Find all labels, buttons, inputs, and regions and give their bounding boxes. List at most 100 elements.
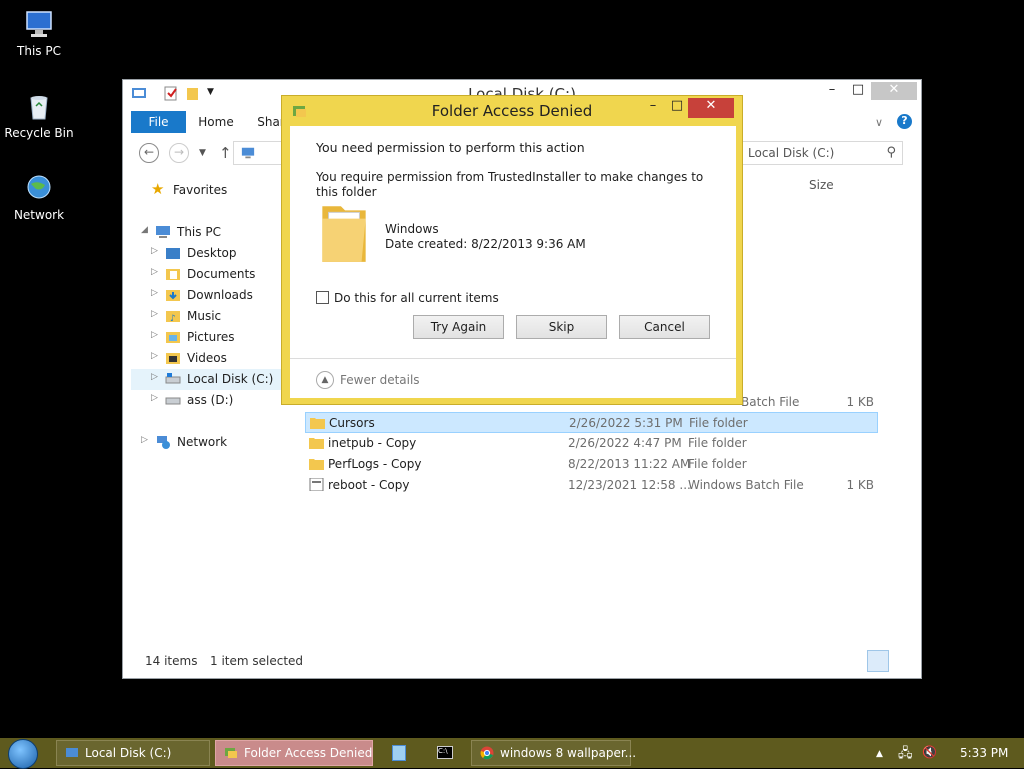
expand-arrow-icon[interactable]: ▷ bbox=[151, 267, 161, 277]
fewer-details-link[interactable]: Fewer details bbox=[340, 373, 420, 387]
file-row[interactable]: Cursors 2/26/2022 5:31 PM File folder bbox=[305, 412, 878, 433]
batch-file-icon bbox=[309, 478, 324, 491]
nav-item-favorites[interactable]: ★ Favorites bbox=[137, 180, 287, 201]
expand-arrow-icon[interactable]: ▷ bbox=[151, 309, 161, 319]
nav-item-this-pc[interactable]: ◢ This PC bbox=[141, 222, 291, 243]
notepad-icon[interactable] bbox=[392, 745, 406, 761]
folder-access-denied-dialog: Folder Access Denied – □ ✕ You need perm… bbox=[281, 95, 743, 405]
large-icons-view-icon[interactable] bbox=[891, 650, 913, 672]
close-button[interactable]: ✕ bbox=[688, 98, 734, 118]
nav-item-music[interactable]: ▷ ♪ Music bbox=[151, 306, 291, 327]
taskbar: Local Disk (C:) Folder Access Denied C:\… bbox=[0, 738, 1024, 769]
network-globe-icon bbox=[27, 175, 51, 199]
expand-arrow-icon[interactable]: ▷ bbox=[151, 246, 161, 256]
expand-arrow-icon[interactable]: ◢ bbox=[141, 225, 151, 235]
clock[interactable]: 5:33 PM bbox=[960, 746, 1008, 760]
folder-name: Windows bbox=[385, 222, 439, 236]
volume-muted-icon[interactable]: 🔇 bbox=[922, 745, 937, 759]
nav-item-drive-d[interactable]: ▷ ass (D:) bbox=[151, 390, 291, 411]
nav-item-pictures[interactable]: ▷ Pictures bbox=[151, 327, 291, 348]
expand-arrow-icon[interactable]: ▷ bbox=[151, 330, 161, 340]
apply-to-all-checkbox[interactable] bbox=[316, 291, 329, 304]
command-prompt-icon[interactable]: C:\ bbox=[437, 746, 453, 759]
nav-item-network[interactable]: ▷ Network bbox=[141, 432, 291, 453]
skip-button[interactable]: Skip bbox=[516, 315, 607, 339]
maximize-button[interactable]: □ bbox=[845, 82, 871, 100]
help-icon[interactable]: ? bbox=[897, 114, 912, 129]
chevron-down-icon[interactable]: ∨ bbox=[875, 116, 883, 129]
nav-item-desktop[interactable]: ▷ Desktop bbox=[151, 243, 291, 264]
expand-arrow-icon[interactable]: ▷ bbox=[151, 372, 161, 382]
minimize-button[interactable]: – bbox=[819, 82, 845, 100]
file-row[interactable]: inetpub - Copy 2/26/2022 4:47 PM File fo… bbox=[305, 433, 878, 454]
desktop-icon-label: Recycle Bin bbox=[4, 126, 74, 140]
desktop-icon-label: This PC bbox=[17, 44, 61, 58]
desktop-icon-this-pc[interactable]: This PC bbox=[0, 8, 78, 58]
search-icon: ⚲ bbox=[886, 145, 896, 160]
desktop-folder-icon bbox=[166, 248, 180, 259]
chrome-icon bbox=[480, 746, 494, 760]
taskbar-button-dialog[interactable]: Folder Access Denied bbox=[215, 740, 373, 766]
taskbar-button-chrome[interactable]: windows 8 wallpaper... bbox=[471, 740, 636, 766]
folder-icon bbox=[309, 459, 324, 470]
desktop-icon-label: Network bbox=[13, 208, 65, 222]
start-button[interactable] bbox=[8, 739, 38, 769]
chevron-up-icon[interactable]: ▲ bbox=[316, 371, 334, 389]
expand-arrow-icon[interactable]: ▷ bbox=[151, 351, 161, 361]
explorer-icon bbox=[66, 748, 78, 757]
folder-icon bbox=[322, 206, 366, 262]
videos-folder-icon bbox=[166, 353, 180, 364]
apply-to-all-label[interactable]: Do this for all current items bbox=[334, 291, 499, 305]
navigation-pane: ★ Favorites ◢ This PC ▷ Desktop ▷ Docume… bbox=[123, 176, 298, 646]
file-row[interactable]: reboot - Copy 12/23/2021 12:58 ... Windo… bbox=[305, 475, 878, 496]
expand-arrow-icon[interactable]: ▷ bbox=[151, 288, 161, 298]
star-icon: ★ bbox=[151, 180, 165, 198]
tab-file[interactable]: File bbox=[131, 111, 186, 133]
details-view-icon[interactable] bbox=[867, 650, 889, 672]
minimize-button[interactable]: – bbox=[640, 98, 666, 118]
maximize-button[interactable]: □ bbox=[666, 98, 688, 118]
svg-text:♪: ♪ bbox=[170, 314, 176, 324]
dialog-footer: ▲ Fewer details bbox=[290, 358, 736, 398]
downloads-folder-icon bbox=[166, 290, 180, 301]
computer-icon bbox=[156, 226, 170, 238]
nav-item-downloads[interactable]: ▷ Downloads bbox=[151, 285, 291, 306]
try-again-button[interactable]: Try Again bbox=[413, 315, 504, 339]
cancel-button[interactable]: Cancel bbox=[619, 315, 710, 339]
computer-icon bbox=[241, 147, 255, 159]
network-icon bbox=[157, 436, 170, 449]
search-input[interactable]: Local Disk (C:) ⚲ bbox=[741, 141, 903, 165]
search-placeholder: Local Disk (C:) bbox=[748, 146, 835, 160]
file-operation-icon bbox=[225, 748, 237, 758]
desktop-icon-recycle-bin[interactable]: Recycle Bin bbox=[0, 90, 78, 140]
desktop-icon-network[interactable]: Network bbox=[0, 172, 78, 222]
music-folder-icon: ♪ bbox=[166, 311, 180, 324]
dialog-heading: You need permission to perform this acti… bbox=[316, 140, 585, 155]
column-header-size[interactable]: Size bbox=[809, 178, 834, 192]
network-status-icon[interactable]: 🖧 bbox=[898, 744, 913, 766]
recycle-bin-icon bbox=[30, 96, 48, 120]
up-arrow-icon[interactable]: ↑ bbox=[219, 144, 232, 162]
forward-arrow-icon[interactable]: → bbox=[169, 143, 189, 163]
pictures-folder-icon bbox=[166, 332, 180, 343]
computer-icon bbox=[26, 11, 52, 37]
drive-icon bbox=[165, 397, 181, 405]
dialog-message: You require permission from TrustedInsta… bbox=[316, 170, 704, 199]
taskbar-button-explorer[interactable]: Local Disk (C:) bbox=[56, 740, 210, 766]
tab-home[interactable]: Home bbox=[191, 111, 241, 133]
folder-icon bbox=[310, 418, 325, 429]
recent-locations-icon[interactable]: ▼ bbox=[199, 148, 206, 158]
expand-arrow-icon[interactable]: ▷ bbox=[141, 435, 151, 445]
back-arrow-icon[interactable]: ← bbox=[139, 143, 159, 163]
nav-item-documents[interactable]: ▷ Documents bbox=[151, 264, 291, 285]
close-button[interactable]: ✕ bbox=[871, 82, 917, 100]
nav-item-local-disk-c[interactable]: ▷ Local Disk (C:) bbox=[131, 369, 296, 390]
status-item-count: 14 items bbox=[145, 654, 198, 668]
nav-item-videos[interactable]: ▷ Videos bbox=[151, 348, 291, 369]
expand-arrow-icon[interactable]: ▷ bbox=[151, 393, 161, 403]
local-disk-icon bbox=[165, 373, 181, 384]
folder-icon bbox=[309, 438, 324, 449]
status-selection: 1 item selected bbox=[210, 654, 304, 668]
show-hidden-icons-icon[interactable]: ▲ bbox=[876, 749, 883, 759]
file-row[interactable]: PerfLogs - Copy 8/22/2013 11:22 AM File … bbox=[305, 454, 878, 475]
